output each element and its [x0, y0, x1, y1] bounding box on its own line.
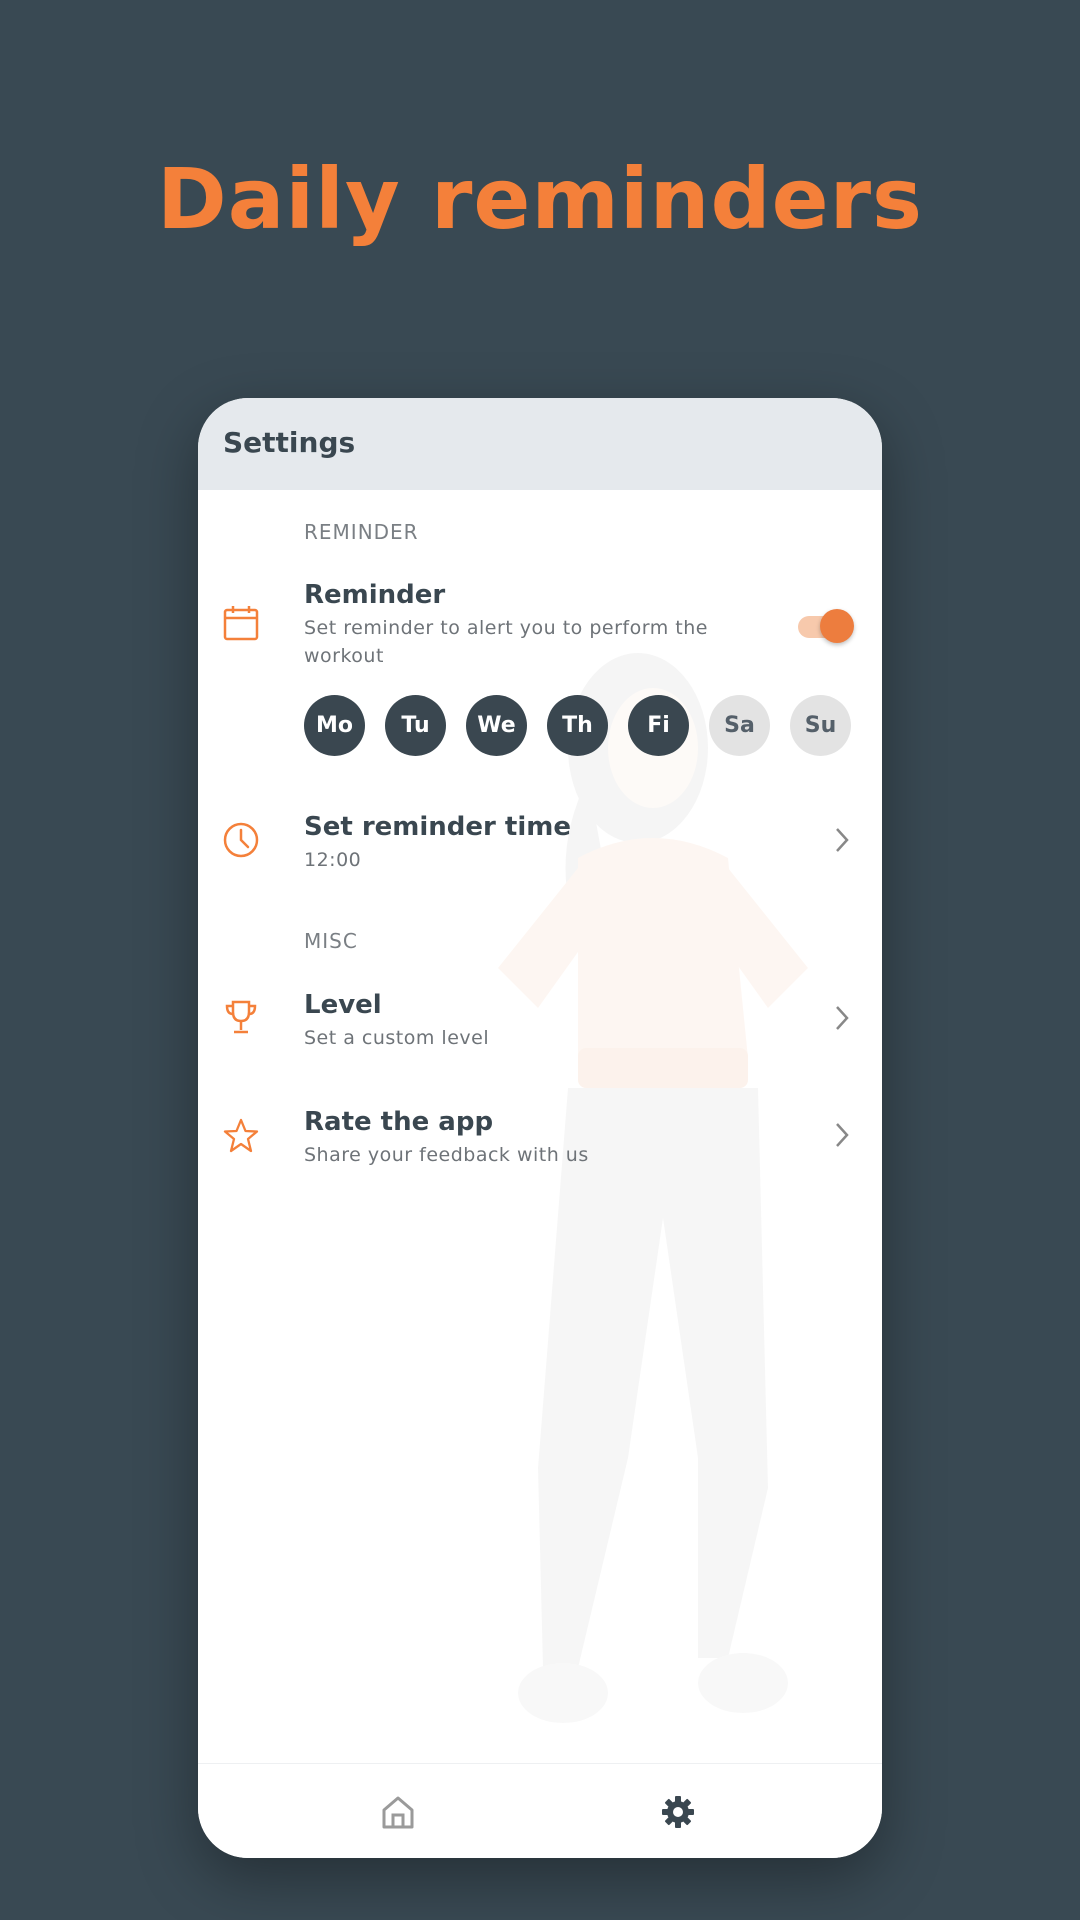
home-icon[interactable] [380, 1794, 416, 1830]
section-label-reminder: REMINDER [304, 520, 419, 544]
clock-icon [223, 822, 259, 858]
headline: Daily reminders [156, 150, 924, 248]
reminder-toggle[interactable] [798, 608, 854, 644]
settings-gear-icon[interactable] [660, 1794, 696, 1830]
rate-app-subtitle: Share your feedback with us [304, 1144, 589, 1166]
trophy-icon [225, 1000, 257, 1034]
bottom-navigation [198, 1763, 882, 1858]
chevron-right-icon [836, 1006, 849, 1030]
star-icon [223, 1118, 259, 1153]
calendar-icon [223, 606, 259, 641]
reminder-time-title: Set reminder time [304, 812, 571, 842]
level-title: Level [304, 990, 382, 1020]
chevron-right-icon [836, 1123, 849, 1147]
app-bar: Settings [198, 398, 882, 490]
day-wednesday[interactable]: We [466, 695, 527, 756]
day-saturday[interactable]: Sa [709, 695, 770, 756]
toggle-knob [820, 609, 854, 643]
day-sunday[interactable]: Su [790, 695, 851, 756]
day-tuesday[interactable]: Tu [385, 695, 446, 756]
weekday-selector: Mo Tu We Th Fi Sa Su [304, 695, 864, 757]
level-subtitle: Set a custom level [304, 1027, 490, 1049]
day-friday[interactable]: Fi [628, 695, 689, 756]
phone-screen: Settings REMINDER Reminder Set reminder … [198, 398, 882, 1858]
page-title: Settings [223, 426, 356, 459]
woman-illustration [498, 653, 808, 1723]
rate-app-title: Rate the app [304, 1107, 494, 1137]
day-thursday[interactable]: Th [547, 695, 608, 756]
section-label-misc: MISC [304, 929, 358, 953]
chevron-right-icon [836, 828, 849, 852]
reminder-time-value: 12:00 [304, 849, 362, 871]
day-monday[interactable]: Mo [304, 695, 365, 756]
reminder-subtitle: Set reminder to alert you to perform the… [304, 617, 708, 667]
reminder-title: Reminder [304, 580, 446, 610]
